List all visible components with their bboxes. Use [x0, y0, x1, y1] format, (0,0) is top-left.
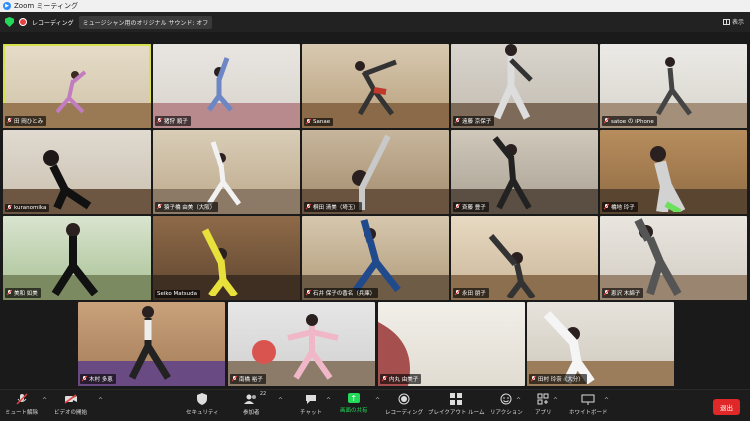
muted-mic-icon — [455, 290, 460, 296]
muted-mic-icon — [531, 376, 536, 382]
participant-name: Sanae — [313, 119, 331, 125]
leave-meeting-button[interactable]: 退出 — [713, 399, 740, 415]
whiteboard-icon — [581, 393, 595, 405]
participant-tile[interactable]: 田 岡ひとみ — [3, 44, 151, 128]
participant-tile[interactable]: kuranomika — [3, 130, 151, 214]
participant-tile[interactable]: 斉藤 豊子 — [451, 130, 598, 214]
participant-tile[interactable]: 美和 如美 — [3, 216, 151, 300]
muted-mic-icon — [455, 204, 460, 210]
participant-tile[interactable]: Seiko Matsuda — [153, 216, 300, 300]
participant-name: 南橋 裕子 — [239, 377, 263, 383]
participant-tile[interactable]: 永田 朋子 — [451, 216, 598, 300]
record-button[interactable]: レコーディング — [385, 393, 423, 416]
participant-name: 遠藤 京保子 — [462, 119, 492, 125]
apps-button[interactable]: アプリ — [535, 393, 552, 416]
participant-count: 22 — [259, 391, 267, 397]
zoom-logo-icon: ▶ — [3, 2, 11, 10]
participant-tile[interactable]: 猿子橋 由美（大阪） — [153, 130, 300, 214]
meeting-info-bar: レコーディング ミュージシャン用のオリジナル サウンド: オフ 表示 — [0, 12, 750, 32]
view-label: 表示 — [731, 19, 744, 26]
participant-name: Seiko Matsuda — [157, 291, 197, 297]
share-arrow-icon: ↑ — [347, 393, 360, 403]
muted-mic-icon — [604, 118, 609, 124]
muted-mic-icon — [157, 204, 162, 210]
window-titlebar: ▶ Zoom ミーティング — [0, 0, 750, 12]
chevron-up-icon[interactable]: ^ — [326, 397, 331, 404]
participant-tile[interactable]: 橋地 玲子 — [600, 130, 747, 214]
smiley-icon — [499, 393, 513, 405]
muted-mic-icon — [382, 376, 387, 382]
muted-mic-icon — [604, 290, 609, 296]
participant-name: 美和 如美 — [14, 291, 38, 297]
participant-name: kuranomika — [14, 205, 47, 211]
participant-tile[interactable]: 猪狩 順子 — [153, 44, 300, 128]
participant-tile[interactable]: 恵沢 木綿子 — [600, 216, 747, 300]
muted-mic-icon — [7, 290, 12, 296]
muted-mic-icon — [82, 376, 87, 382]
chevron-up-icon[interactable]: ^ — [553, 397, 558, 404]
participant-name: 田 岡ひとみ — [14, 119, 44, 125]
participants-button[interactable]: 22 参加者 — [243, 391, 266, 416]
security-button[interactable]: セキュリティ — [186, 393, 219, 416]
mute-button[interactable]: ミュート解除 — [5, 393, 38, 416]
chat-bubble-icon — [304, 393, 318, 405]
muted-mic-icon — [157, 118, 162, 124]
microphone-off-icon — [15, 393, 29, 405]
participant-name: 桐田 清美（埼玉） — [313, 205, 359, 211]
video-camera-off-icon — [64, 393, 78, 405]
chevron-up-icon[interactable]: ^ — [604, 397, 609, 404]
participant-tile[interactable]: 南橋 裕子 — [228, 302, 375, 386]
chevron-up-icon[interactable]: ^ — [278, 397, 283, 404]
chevron-up-icon[interactable]: ^ — [375, 397, 380, 404]
muted-mic-icon — [604, 204, 609, 210]
participant-tile[interactable]: 桐田 清美（埼玉） — [302, 130, 449, 214]
participant-name: 木村 多恵 — [89, 377, 113, 383]
muted-mic-icon — [7, 118, 12, 124]
participant-name: 永田 朋子 — [462, 291, 486, 297]
participant-tile[interactable]: 石井 保子の香名（兵庫） — [302, 216, 449, 300]
share-screen-button[interactable]: ↑ 画面の共有 — [340, 393, 368, 414]
participant-tile[interactable]: satoe の iPhone — [600, 44, 747, 128]
record-icon — [397, 393, 411, 405]
participant-name: 猪狩 順子 — [164, 119, 188, 125]
whiteboard-button[interactable]: ホワイトボード — [569, 393, 608, 416]
people-icon: 22 — [244, 391, 266, 405]
muted-mic-icon — [232, 376, 237, 382]
participant-name: 石井 保子の香名（兵庫） — [313, 291, 376, 297]
participant-name: 田村 玲奈（大分） — [538, 377, 584, 383]
chevron-up-icon[interactable]: ^ — [98, 397, 103, 404]
original-sound-chip[interactable]: ミュージシャン用のオリジナル サウンド: オフ — [78, 15, 213, 29]
recording-dot-icon — [19, 18, 27, 26]
muted-mic-icon — [306, 204, 311, 210]
encryption-shield-icon[interactable] — [5, 17, 14, 27]
participant-tile[interactable]: Sanae — [302, 44, 449, 128]
participant-tile[interactable]: 内丸 由美子 — [378, 302, 525, 386]
participant-name: 恵沢 木綿子 — [611, 291, 641, 297]
shield-icon — [195, 393, 209, 405]
apps-icon — [536, 393, 550, 405]
participant-tile[interactable]: 木村 多恵 — [78, 302, 225, 386]
breakout-rooms-button[interactable]: ブレイクアウト ルーム — [428, 393, 484, 416]
muted-mic-icon — [306, 290, 311, 296]
participant-name: satoe の iPhone — [611, 119, 654, 125]
participant-name: 内丸 由美子 — [389, 377, 419, 383]
muted-mic-icon — [306, 119, 311, 125]
participant-name: 橋地 玲子 — [611, 205, 635, 211]
view-button[interactable]: 表示 — [722, 17, 744, 26]
gallery-view-icon — [722, 18, 730, 25]
participant-tile[interactable]: 田村 玲奈（大分） — [527, 302, 674, 386]
participant-tile[interactable]: 遠藤 京保子 — [451, 44, 598, 128]
start-video-button[interactable]: ビデオの開始 — [54, 393, 87, 416]
chat-button[interactable]: チャット — [300, 393, 322, 416]
chevron-up-icon[interactable]: ^ — [516, 397, 521, 404]
muted-mic-icon — [455, 118, 460, 124]
participant-name: 猿子橋 由美（大阪） — [164, 205, 216, 211]
breakout-grid-icon — [449, 393, 463, 405]
chevron-up-icon[interactable]: ^ — [42, 397, 47, 404]
muted-mic-icon — [7, 205, 12, 211]
meeting-toolbar: ミュート解除 ^ ビデオの開始 ^ セキュリティ 22 参加者 ^ チャット ^… — [0, 389, 750, 421]
window-title: Zoom ミーティング — [14, 2, 78, 10]
participant-name: 斉藤 豊子 — [462, 205, 486, 211]
recording-label[interactable]: レコーディング — [32, 18, 74, 27]
